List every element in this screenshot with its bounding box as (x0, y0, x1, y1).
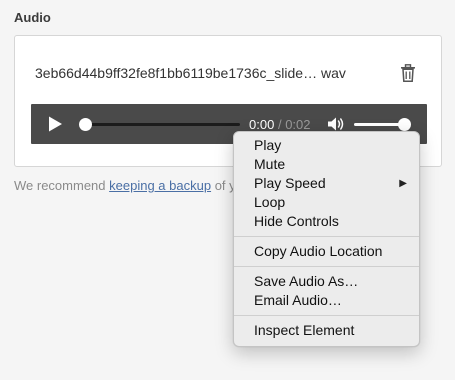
seek-thumb[interactable] (79, 118, 92, 131)
menu-item-hide-controls[interactable]: Hide Controls (234, 212, 419, 231)
trash-icon[interactable] (400, 64, 416, 82)
hint-prefix: We recommend (14, 178, 106, 193)
menu-item-play[interactable]: Play (234, 136, 419, 155)
menu-item-loop[interactable]: Loop (234, 193, 419, 212)
time-display: 0:00 / 0:02 (249, 117, 311, 132)
volume-thumb[interactable] (398, 118, 411, 131)
volume-icon[interactable] (327, 116, 345, 132)
context-menu: Play Mute Play Speed ▶ Loop Hide Control… (233, 131, 420, 347)
menu-divider (234, 236, 419, 237)
menu-item-email-audio[interactable]: Email Audio… (234, 291, 419, 310)
menu-divider (234, 266, 419, 267)
menu-divider (234, 315, 419, 316)
menu-item-save-audio-as[interactable]: Save Audio As… (234, 272, 419, 291)
seek-track[interactable] (84, 123, 240, 126)
backup-hint: We recommend keeping a backup of y (14, 178, 236, 193)
file-extension: wav (320, 65, 346, 81)
play-icon[interactable] (45, 114, 65, 134)
audio-section-label: Audio (14, 10, 51, 25)
menu-item-inspect-element[interactable]: Inspect Element (234, 321, 419, 340)
menu-item-mute[interactable]: Mute (234, 155, 419, 174)
file-name: 3eb66d44b9ff32fe8f1bb6119be1736c_slide… … (35, 65, 346, 81)
file-name-base: 3eb66d44b9ff32fe8f1bb6119be1736c_slide… (35, 65, 318, 81)
time-separator: / (277, 117, 282, 132)
menu-item-copy-audio-location[interactable]: Copy Audio Location (234, 242, 419, 261)
duration: 0:02 (285, 117, 311, 132)
volume-track[interactable] (354, 123, 404, 126)
current-time: 0:00 (249, 117, 275, 132)
menu-item-play-speed-label: Play Speed (254, 175, 326, 191)
backup-link[interactable]: keeping a backup (109, 178, 211, 193)
menu-item-play-speed[interactable]: Play Speed ▶ (234, 174, 419, 193)
submenu-arrow-icon: ▶ (399, 178, 407, 189)
